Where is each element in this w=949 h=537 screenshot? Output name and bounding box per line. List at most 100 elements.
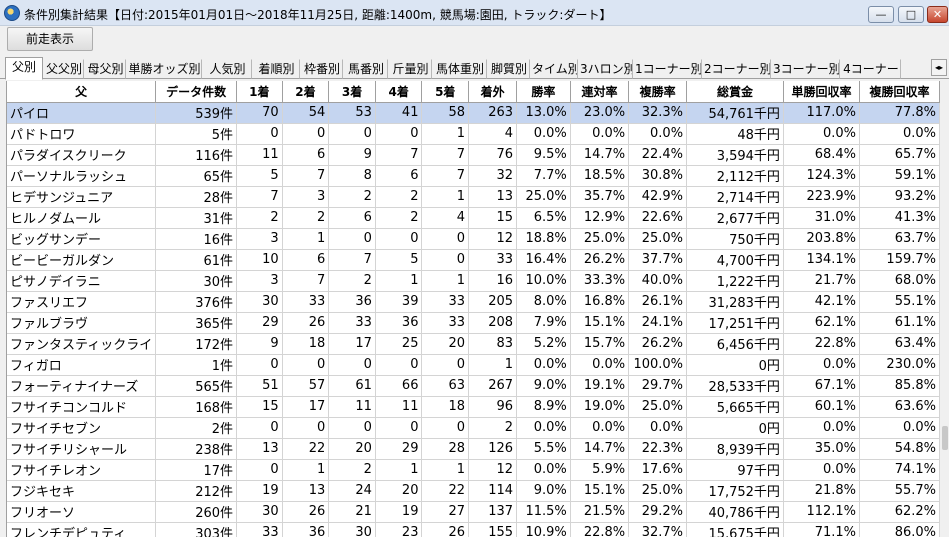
table-row[interactable]: ビッグサンデー 16件 3 1 0 0 0 12 18.8% 25.0% 25.0% 750千円 203… — [7, 228, 940, 250]
tab-item[interactable]: 枠番別 — [301, 59, 343, 79]
table-cell: 24.1% — [628, 312, 688, 334]
table-cell: 41 — [375, 102, 423, 124]
table-cell: 4 — [468, 123, 518, 145]
vertical-scrollbar[interactable] — [940, 81, 949, 537]
table-cell: 16.8% — [570, 291, 630, 313]
table-cell: 63.6% — [859, 396, 940, 418]
column-header[interactable]: 連対率 — [570, 81, 630, 103]
tab-item[interactable]: 斤量別 — [389, 59, 432, 79]
table-row[interactable]: フジキセキ 212件 19 13 24 20 22 114 9.0% 15.1% 25.0% 17,7… — [7, 480, 940, 502]
table-row[interactable]: ビービーガルダン 61件 10 6 7 5 0 33 16.4% 26.2% 37.7% 4,700千… — [7, 249, 940, 271]
column-header[interactable]: 父 — [7, 81, 157, 103]
close-button[interactable]: ✕ — [927, 6, 948, 23]
column-header[interactable]: 単勝回収率 — [783, 81, 861, 103]
minimize-button[interactable]: — — [868, 6, 894, 23]
column-header[interactable]: 4着 — [375, 81, 423, 103]
scrollbar-thumb[interactable] — [942, 426, 948, 450]
maximize-button[interactable]: □ — [898, 6, 924, 23]
table-cell: 70 — [236, 102, 283, 124]
table-cell: 1 — [421, 186, 470, 208]
table-row[interactable]: フリオーソ 260件 30 26 21 19 27 137 11.5% 21.5% 29.2% 40,… — [7, 501, 940, 523]
table-cell: 5 — [236, 165, 283, 187]
table-cell: 23 — [375, 522, 423, 537]
tab-item[interactable]: 父父別 — [44, 59, 84, 79]
table-cell: 33.3% — [570, 270, 630, 292]
column-header[interactable]: 2着 — [282, 81, 330, 103]
tab-item[interactable]: 2コーナー別 — [703, 59, 771, 79]
table-cell: 539件 — [155, 102, 238, 124]
table-cell: 26 — [421, 522, 470, 537]
table-row[interactable]: ヒルノダムール 31件 2 2 6 2 4 15 6.5% 12.9% 22.6% 2,677千円 31… — [7, 207, 940, 229]
table-row[interactable]: フサイチリシャール 238件 13 22 20 29 28 126 5.5% 14.7% 22.3%… — [7, 438, 940, 460]
prev-race-button[interactable]: 前走表示 — [7, 27, 93, 51]
table-cell: 205 — [468, 291, 518, 313]
table-row[interactable]: パラダイスクリーク 116件 11 6 9 7 7 76 9.5% 14.7% 22.4% 3,594… — [7, 144, 940, 166]
tab-item[interactable]: 馬番別 — [344, 59, 388, 79]
table-row[interactable]: ファルブラヴ 365件 29 26 33 36 33 208 7.9% 15.1% 24.1% 17,… — [7, 312, 940, 334]
column-header[interactable]: 複勝回収率 — [859, 81, 940, 103]
column-header[interactable]: 勝率 — [516, 81, 571, 103]
table-cell: 263 — [468, 102, 518, 124]
table-cell: 62.2% — [859, 501, 940, 523]
tab-item[interactable]: 母父別 — [85, 59, 126, 79]
column-header[interactable]: 5着 — [421, 81, 470, 103]
tab-scroll-arrows-icon[interactable]: ◂▸ — [931, 59, 947, 76]
column-header[interactable]: 着外 — [468, 81, 518, 103]
table-cell: 15 — [468, 207, 518, 229]
tab-item[interactable]: 脚質別 — [488, 59, 530, 79]
tab-item[interactable]: 3ハロン別 — [579, 59, 633, 79]
table-row[interactable]: ヒデサンジュニア 28件 7 3 2 2 1 13 25.0% 35.7% 42.9% 2,714千円… — [7, 186, 940, 208]
table-cell: 18 — [282, 333, 330, 355]
table-cell: 18.8% — [516, 228, 571, 250]
tab-item[interactable]: 馬体重別 — [433, 59, 487, 79]
tab-item[interactable]: 着順別 — [253, 59, 300, 79]
tab-item[interactable]: 単勝オッズ別 — [127, 59, 202, 79]
table-row[interactable]: ファスリエフ 376件 30 33 36 39 33 205 8.0% 16.8% 26.1% 31,… — [7, 291, 940, 313]
table-row[interactable]: パドトロワ 5件 0 0 0 0 1 4 0.0% 0.0% 0.0% 48千円 0.0% 0.0% — [7, 123, 940, 145]
tab-item[interactable]: 父別 — [5, 57, 43, 80]
table-cell: 208 — [468, 312, 518, 334]
table-row[interactable]: フォーティナイナーズ 565件 51 57 61 66 63 267 9.0% 19.1% 29.7… — [7, 375, 940, 397]
table-cell: 59.1% — [859, 165, 940, 187]
title-bar[interactable]: 条件別集計結果【日付:2015年01月01日～2018年11月25日, 距離:1… — [0, 0, 949, 26]
table-cell: 37.7% — [628, 249, 688, 271]
table-row[interactable]: フサイチレオン 17件 0 1 2 1 1 12 0.0% 5.9% 17.6% 97千円 0.0% 74… — [7, 459, 940, 481]
toolbar: 前走表示 — [0, 27, 949, 55]
table-cell: 62.1% — [783, 312, 861, 334]
window-title: 条件別集計結果【日付:2015年01月01日～2018年11月25日, 距離:1… — [24, 8, 612, 22]
results-grid[interactable]: 父データ件数 1着 2着 3着 4着 5着 着外 勝率 連対率 複勝率 総賞金 単勝回収率 複勝回収率 … — [6, 81, 940, 537]
tab-item[interactable]: 4コーナー — [841, 59, 901, 79]
table-cell: 39 — [375, 291, 423, 313]
table-row[interactable]: フサイチコンコルド 168件 15 17 11 11 18 96 8.9% 19.0% 25.0% 5… — [7, 396, 940, 418]
table-cell: 33 — [328, 312, 376, 334]
table-cell: 126 — [468, 438, 518, 460]
table-cell: 40.0% — [628, 270, 688, 292]
table-cell: 9.0% — [516, 375, 571, 397]
column-header[interactable]: 1着 — [236, 81, 283, 103]
table-cell: 9 — [328, 144, 376, 166]
table-cell: 63.4% — [859, 333, 940, 355]
table-row[interactable]: ピサノデイラニ 30件 3 7 2 1 1 16 10.0% 33.3% 40.0% 1,222千円 2… — [7, 270, 940, 292]
column-header[interactable]: 総賞金 — [686, 81, 784, 103]
table-row[interactable]: フレンチデピュティ 303件 33 36 30 23 26 155 10.9% 22.8% 32.7… — [7, 522, 940, 537]
column-header[interactable]: 3着 — [328, 81, 376, 103]
table-cell: 7.7% — [516, 165, 571, 187]
table-row[interactable]: パーソナルラッシュ 65件 5 7 8 6 7 32 7.7% 18.5% 30.8% 2,112千円… — [7, 165, 940, 187]
table-cell: 13 — [282, 480, 330, 502]
table-cell: 159.7% — [859, 249, 940, 271]
table-cell: 6 — [282, 144, 330, 166]
table-row[interactable]: フィガロ 1件 0 0 0 0 0 1 0.0% 0.0% 100.0% 0円 0.0% 230.0% — [7, 354, 940, 376]
tab-item[interactable]: 1コーナー別 — [634, 59, 702, 79]
table-cell: 0円 — [686, 354, 784, 376]
table-cell: 15,675千円 — [686, 522, 784, 537]
table-row[interactable]: パイロ 539件 70 54 53 41 58 263 13.0% 23.0% 32.3% 54,76… — [7, 102, 940, 124]
table-row[interactable]: フサイチセブン 2件 0 0 0 0 0 2 0.0% 0.0% 0.0% 0円 0.0% 0.0% — [7, 417, 940, 439]
column-header[interactable]: 複勝率 — [628, 81, 688, 103]
column-header[interactable]: データ件数 — [155, 81, 238, 103]
tab-item[interactable]: 3コーナー別 — [772, 59, 840, 79]
table-cell: 26.2% — [628, 333, 688, 355]
tab-item[interactable]: タイム別 — [531, 59, 578, 79]
table-cell: 67.1% — [783, 375, 861, 397]
tab-item[interactable]: 人気別 — [203, 59, 252, 79]
table-row[interactable]: ファンタスティックライ 172件 9 18 17 25 20 83 5.2% 15.7% 26.2%… — [7, 333, 940, 355]
